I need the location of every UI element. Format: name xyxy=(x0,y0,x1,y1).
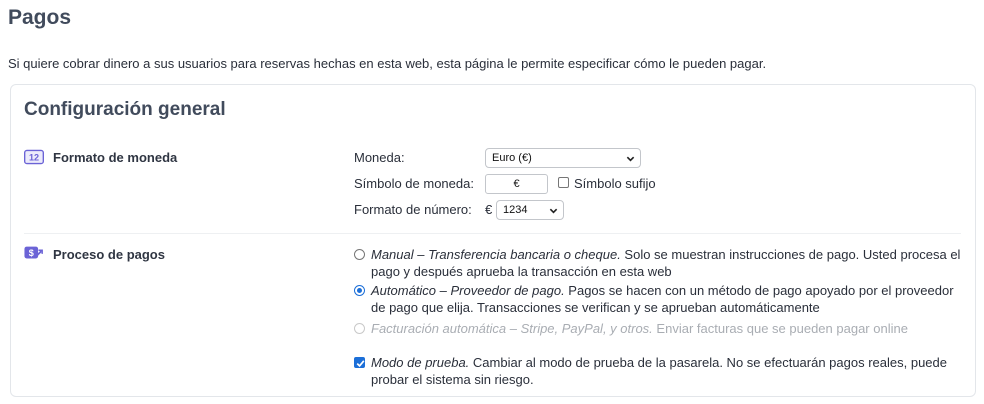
automatic-payment-text: Automático – Proveedor de pago. Pagos se… xyxy=(371,282,965,316)
currency-label: Moneda: xyxy=(354,150,405,165)
svg-text:$: $ xyxy=(29,248,34,258)
svg-text:12: 12 xyxy=(29,153,39,163)
number-format-prefix: € xyxy=(485,202,493,217)
auto-invoicing-radio xyxy=(354,323,365,334)
manual-payment-text: Manual – Transferencia bancaria o cheque… xyxy=(371,246,965,280)
auto-invoicing-name: Facturación automática – Stripe, PayPal,… xyxy=(371,321,653,336)
currency-select[interactable]: Euro (€) xyxy=(485,148,641,168)
automatic-payment-radio[interactable] xyxy=(354,285,365,296)
manual-payment-radio[interactable] xyxy=(354,249,365,260)
number-12-icon: 12 xyxy=(24,149,44,165)
section-divider xyxy=(24,233,961,234)
manual-payment-name: Manual – Transferencia bancaria o cheque… xyxy=(371,247,621,262)
chevron-down-icon xyxy=(549,208,558,214)
currency-select-value: Euro (€) xyxy=(492,152,532,164)
number-format-label: Formato de número: xyxy=(354,202,472,217)
currency-symbol-input[interactable]: € xyxy=(485,174,548,194)
number-format-select[interactable]: 1234 xyxy=(496,200,564,220)
suffix-symbol-label: Símbolo sufijo xyxy=(574,176,656,191)
payment-process-label: Proceso de pagos xyxy=(53,247,165,262)
page-title: Pagos xyxy=(8,6,72,29)
checkmark-icon xyxy=(356,360,365,368)
auto-invoicing-desc: Enviar facturas que se pueden pagar onli… xyxy=(652,321,908,336)
auto-invoicing-text: Facturación automática – Stripe, PayPal,… xyxy=(371,320,965,337)
test-mode-name: Modo de prueba. xyxy=(371,355,470,370)
automatic-payment-name: Automático – Proveedor de pago. xyxy=(371,283,565,298)
test-mode-checkbox[interactable] xyxy=(354,357,365,368)
suffix-symbol-checkbox[interactable] xyxy=(558,177,569,188)
page-description: Si quiere cobrar dinero a sus usuarios p… xyxy=(8,56,767,71)
test-mode-text: Modo de prueba. Cambiar al modo de prueb… xyxy=(371,354,965,388)
currency-symbol-label: Símbolo de moneda: xyxy=(354,176,474,191)
number-format-value: 1234 xyxy=(503,204,528,216)
currency-format-label: Formato de moneda xyxy=(53,150,178,165)
card-title: Configuración general xyxy=(24,99,226,120)
general-settings-card: Configuración general 12 Formato de mone… xyxy=(10,84,976,397)
chevron-down-icon xyxy=(626,156,635,162)
payment-flow-icon: $ xyxy=(24,246,43,259)
